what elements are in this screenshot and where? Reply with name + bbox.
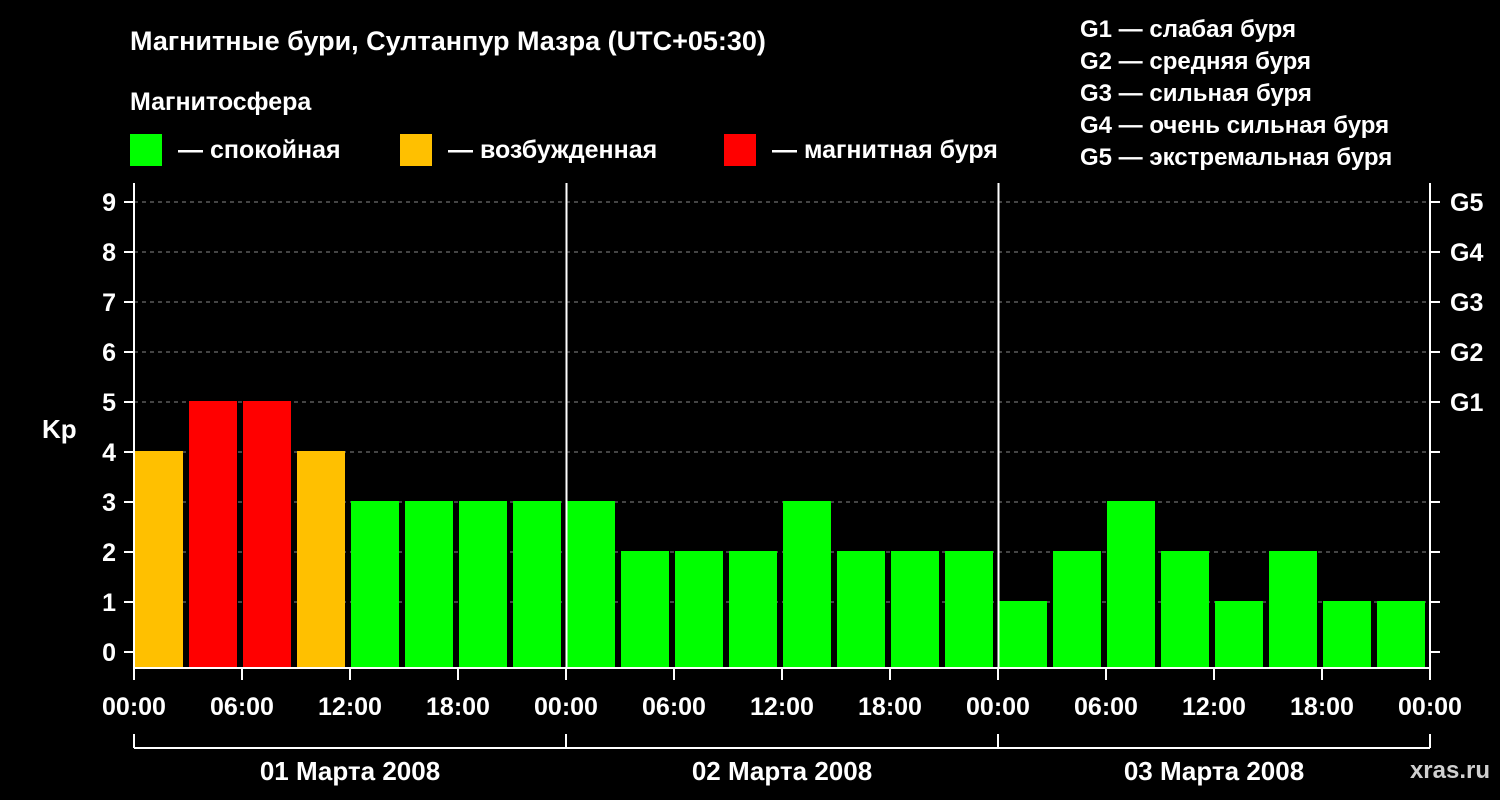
legend-swatch-active — [400, 134, 432, 166]
bar-20 — [1215, 601, 1263, 668]
bar-3 — [297, 451, 345, 668]
bar-12 — [783, 501, 831, 668]
bar-22 — [1323, 601, 1371, 668]
x-tick-label-4: 00:00 — [534, 693, 598, 721]
bar-21 — [1269, 551, 1317, 668]
bar-2 — [243, 401, 291, 668]
x-tick-label-7: 18:00 — [858, 693, 922, 721]
y-tick-label-7: 7 — [102, 289, 116, 317]
x-tick-label-10: 12:00 — [1182, 693, 1246, 721]
storm-scale-g5: G5 — экстремальная буря — [1080, 144, 1392, 171]
y-tick-label-0: 0 — [102, 639, 116, 667]
chart-title: Магнитные бури, Султанпур Мазра (UTC+05:… — [130, 26, 766, 56]
bar-15 — [945, 551, 993, 668]
day-label-2: 03 Марта 2008 — [1124, 756, 1304, 786]
x-tick-label-3: 18:00 — [426, 693, 490, 721]
bar-16 — [999, 601, 1047, 668]
x-tick-label-2: 12:00 — [318, 693, 382, 721]
bar-1 — [189, 401, 237, 668]
right-tick-label-g1: G1 — [1450, 389, 1483, 417]
bar-13 — [837, 551, 885, 668]
legend-title: Магнитосфера — [130, 88, 312, 116]
bar-5 — [405, 501, 453, 668]
right-tick-label-g4: G4 — [1450, 239, 1483, 267]
y-tick-label-2: 2 — [102, 539, 116, 567]
legend-label-quiet: — спокойная — [178, 136, 341, 164]
y-tick-label-1: 1 — [102, 589, 116, 617]
y-tick-label-4: 4 — [102, 439, 116, 467]
bar-7 — [513, 501, 561, 668]
x-tick-label-12: 00:00 — [1398, 693, 1462, 721]
x-tick-label-1: 06:00 — [210, 693, 274, 721]
storm-scale-g1: G1 — слабая буря — [1080, 16, 1296, 43]
y-tick-label-3: 3 — [102, 489, 116, 517]
bar-8 — [567, 501, 615, 668]
legend-swatch-quiet — [130, 134, 162, 166]
bar-0 — [135, 451, 183, 668]
x-tick-label-8: 00:00 — [966, 693, 1030, 721]
bar-4 — [351, 501, 399, 668]
bar-14 — [891, 551, 939, 668]
y-tick-label-9: 9 — [102, 189, 116, 217]
right-tick-label-g3: G3 — [1450, 289, 1483, 317]
storm-scale-g3: G3 — сильная буря — [1080, 80, 1312, 107]
y-tick-label-5: 5 — [102, 389, 116, 417]
bar-6 — [459, 501, 507, 668]
day-label-0: 01 Марта 2008 — [260, 756, 440, 786]
x-tick-label-5: 06:00 — [642, 693, 706, 721]
storm-scale-g2: G2 — средняя буря — [1080, 48, 1311, 75]
day-label-1: 02 Марта 2008 — [692, 756, 872, 786]
x-tick-label-6: 12:00 — [750, 693, 814, 721]
x-tick-label-9: 06:00 — [1074, 693, 1138, 721]
bar-19 — [1161, 551, 1209, 668]
x-tick-label-0: 00:00 — [102, 693, 166, 721]
bar-23 — [1377, 601, 1425, 668]
storm-scale-g4: G4 — очень сильная буря — [1080, 112, 1389, 139]
legend-label-active: — возбужденная — [448, 136, 657, 164]
bar-17 — [1053, 551, 1101, 668]
legend-swatch-storm — [724, 134, 756, 166]
right-tick-label-g2: G2 — [1450, 339, 1483, 367]
bars — [135, 401, 1425, 668]
bar-11 — [729, 551, 777, 668]
watermark: xras.ru — [1410, 757, 1490, 784]
x-tick-label-11: 18:00 — [1290, 693, 1354, 721]
kp-chart: Магнитные бури, Султанпур Мазра (UTC+05:… — [42, 16, 1490, 786]
y-tick-label-6: 6 — [102, 339, 116, 367]
y-tick-label-8: 8 — [102, 239, 116, 267]
chart-header: Магнитные бури, Султанпур Мазра (UTC+05:… — [130, 16, 1392, 171]
legend-label-storm: — магнитная буря — [772, 136, 998, 164]
y-axis-label: Kp — [42, 414, 77, 444]
right-tick-label-g5: G5 — [1450, 189, 1483, 217]
bar-9 — [621, 551, 669, 668]
bar-10 — [675, 551, 723, 668]
bar-18 — [1107, 501, 1155, 668]
